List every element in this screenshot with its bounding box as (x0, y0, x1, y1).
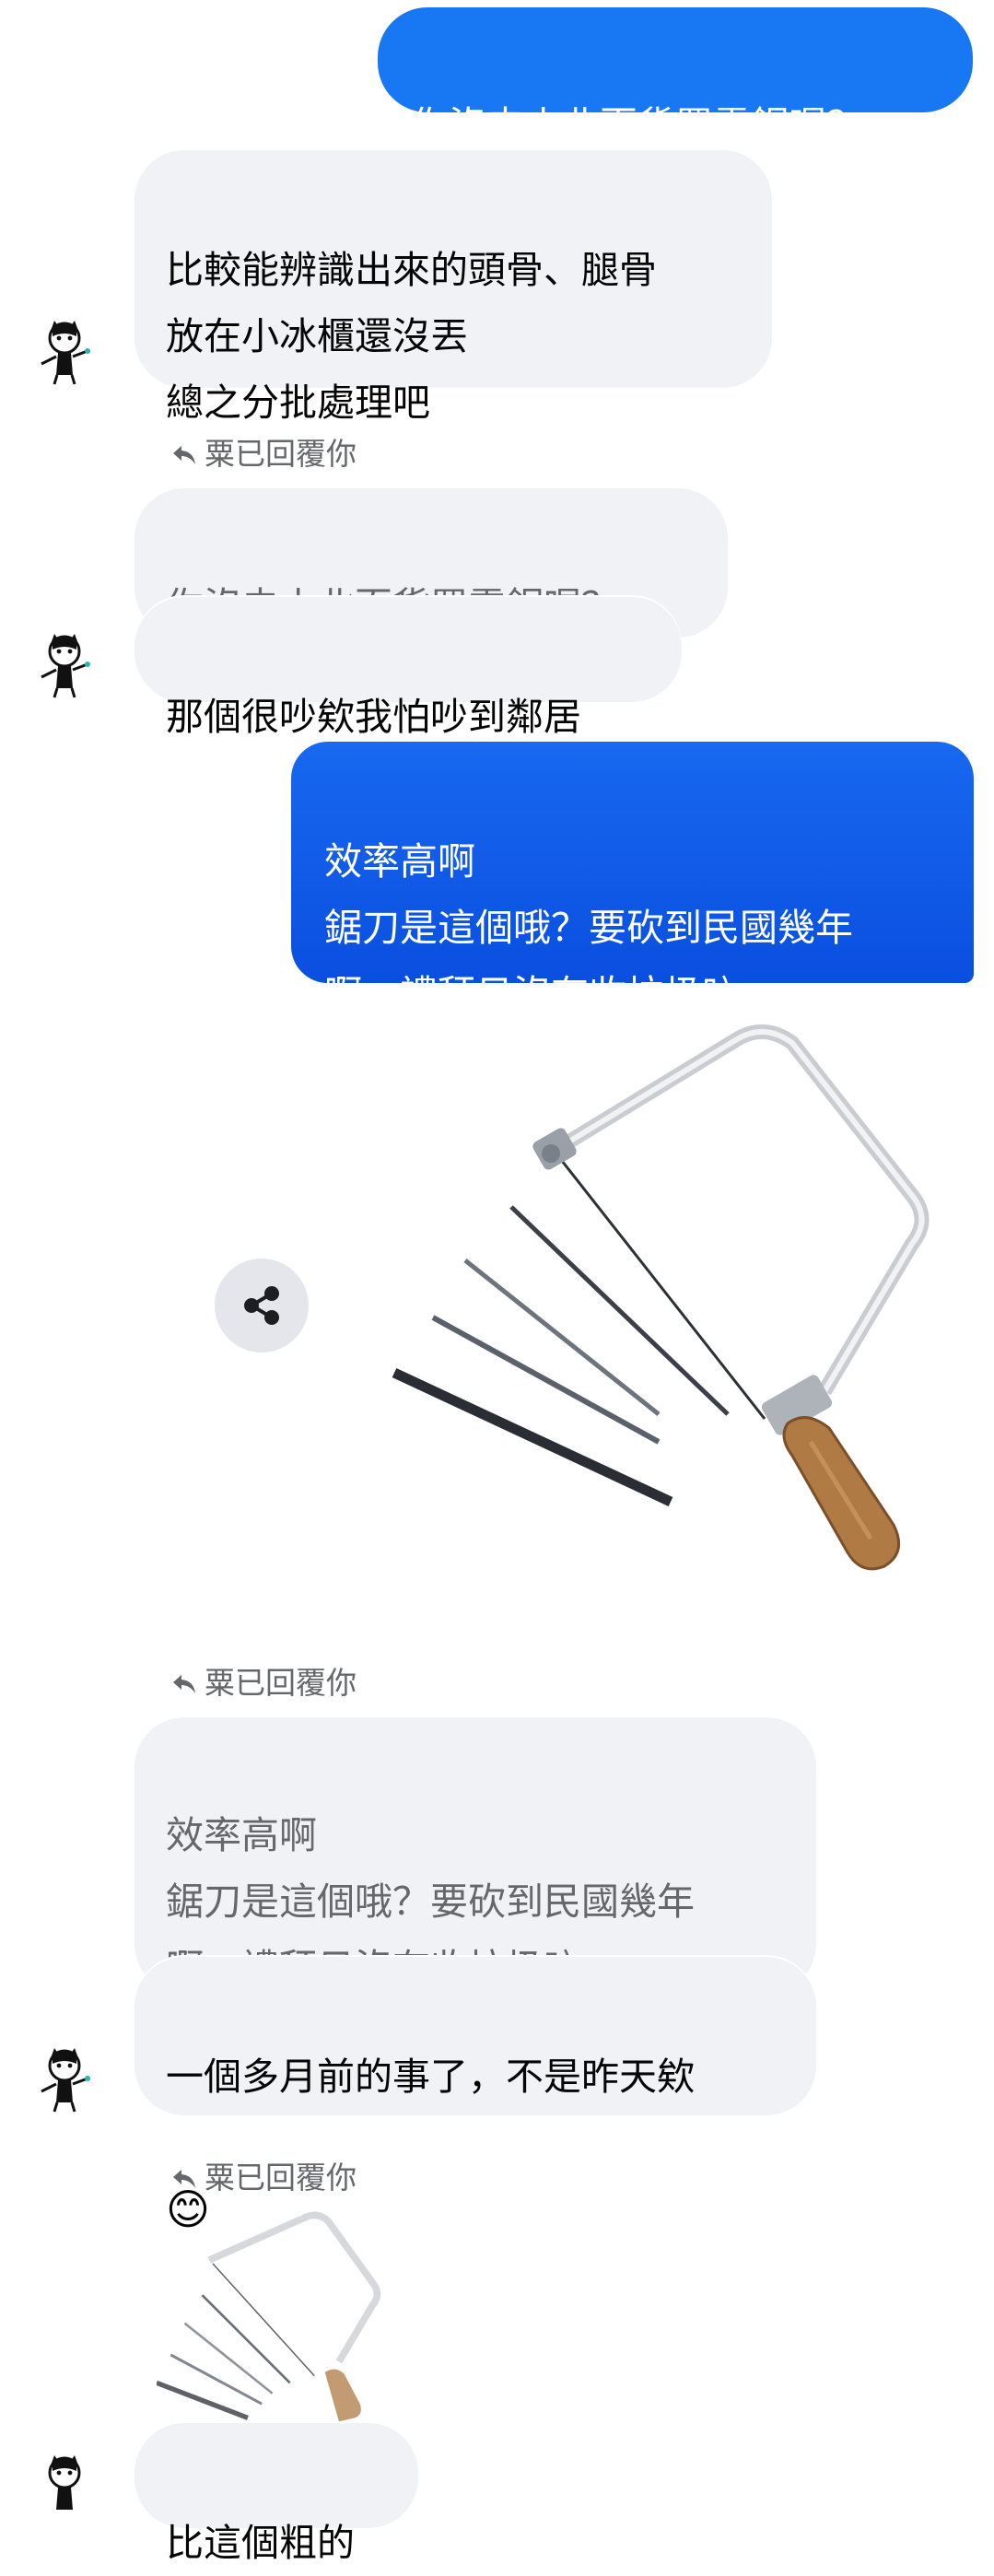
incoming-message[interactable]: 比較能辨識出來的頭骨、腿骨 放在小冰櫃還沒丟 總之分批處理吧 (134, 150, 772, 425)
outgoing-message[interactable]: 你沒去小北百貨買電鋸喔？ (378, 7, 973, 147)
outgoing-message[interactable]: 效率高啊 鋸刀是這個哦？要砍到民國幾年 啊，禮拜日沒有收垃圾吶 (291, 742, 974, 1016)
coping-saw-photo (392, 1024, 930, 1571)
message-text: 比這個粗的 (166, 2521, 355, 2565)
incoming-message[interactable]: 比這個粗的 (134, 2423, 418, 2565)
cat-avatar-icon (41, 2048, 90, 2113)
share-button[interactable] (215, 1259, 309, 1352)
message-text: 那個很吵欸我怕吵到鄰居 (166, 695, 581, 739)
message-text: 你沒去小北百貨買電鋸喔？ (411, 103, 864, 147)
avatar[interactable] (30, 631, 99, 699)
message-text: 效率高啊 鋸刀是這個哦？要砍到民國幾年 啊，禮拜日沒有收垃圾吶 (324, 839, 853, 1016)
incoming-message[interactable]: 一個多月前的事了，不是昨天欸 😊 (134, 1957, 816, 2234)
quoted-image[interactable] (156, 2207, 424, 2425)
reply-arrow-icon (173, 445, 195, 464)
avatar[interactable] (30, 318, 99, 386)
avatar[interactable] (30, 2453, 99, 2521)
share-icon (244, 1286, 279, 1325)
cat-avatar-icon (41, 634, 90, 698)
avatar[interactable] (30, 2045, 99, 2113)
saw-image[interactable] (332, 1023, 940, 1594)
reply-header: 粟已回覆你 (171, 2160, 357, 2196)
cat-avatar-icon (41, 321, 90, 385)
reply-header: 粟已回覆你 (171, 436, 357, 473)
message-text: 一個多月前的事了，不是昨天欸 (166, 2055, 695, 2099)
cat-avatar-icon (48, 2455, 81, 2510)
message-text: 比較能辨識出來的頭骨、腿骨 放在小冰櫃還沒丟 總之分批處理吧 (166, 248, 657, 425)
quoted-message[interactable]: 效率高啊 鋸刀是這個哦？要砍到民國幾年 啊，禮拜日沒有收垃圾吶 (134, 1717, 816, 1994)
incoming-message[interactable]: 那個很吵欸我怕吵到鄰居 (134, 597, 682, 739)
coping-saw-thumbnail (156, 2211, 381, 2422)
reply-arrow-icon (173, 1674, 195, 1693)
reply-arrow-icon (173, 2169, 195, 2188)
reply-header: 粟已回覆你 (171, 1665, 357, 1702)
